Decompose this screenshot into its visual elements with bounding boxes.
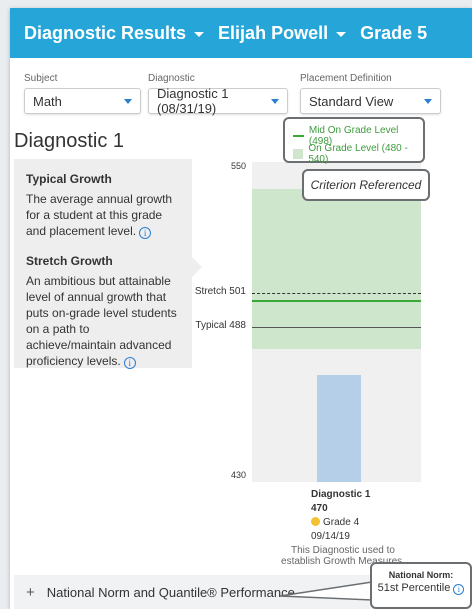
national-norm-label: National Norm and Quantile® Performance: [46, 584, 295, 600]
subject-select-group: Subject Math: [24, 73, 141, 114]
diagnostic-score-bar[interactable]: [316, 375, 361, 482]
diagnostic-score: 470: [311, 503, 328, 514]
student-name: Elijah Powell: [218, 22, 329, 43]
dropdown-arrow-icon: [424, 98, 432, 104]
stretch-growth-description: An ambitious but attainable level of ann…: [26, 274, 177, 368]
callout-pointer: [280, 581, 373, 601]
placement-row: Grade 4: [311, 516, 370, 530]
diagnostic-name: Diagnostic 1: [311, 489, 371, 500]
diagnostic-results-dropdown[interactable]: Diagnostic Results: [24, 23, 218, 44]
page-title: Diagnostic 1: [14, 130, 125, 152]
diagnostic-select[interactable]: Diagnostic 1 (08/31/19): [148, 86, 288, 116]
diagnostic-details: Diagnostic 1 470 Grade 4 09/14/19: [311, 488, 370, 544]
placement-select-group: Placement Definition Standard View: [300, 73, 441, 114]
placement-level: Grade 4: [323, 517, 360, 528]
chevron-down-icon: [194, 32, 205, 37]
info-icon[interactable]: i: [453, 584, 465, 595]
legend-band-swatch: [293, 149, 304, 159]
diagnostic-value: Diagnostic 1 (08/31/19): [157, 86, 229, 116]
scale-score-chart: [252, 162, 421, 482]
typical-label: Typical 488: [195, 320, 246, 332]
national-norm-callout-label: National Norm:: [388, 570, 454, 580]
y-tick-label: 550: [230, 161, 246, 171]
stretch-growth-heading: Stretch Growth: [26, 254, 113, 268]
on-grade-level-band: [252, 188, 421, 349]
placement-value: Standard View: [309, 93, 394, 109]
typical-growth-line: [252, 327, 421, 329]
percentile-row: 51st Percentile i: [372, 582, 470, 595]
diagnostic-select-group: Diagnostic Diagnostic 1 (08/31/19): [148, 73, 288, 116]
student-dropdown[interactable]: Elijah Powell: [218, 23, 360, 44]
grade-text: Grade 5: [360, 22, 428, 43]
info-icon[interactable]: i: [123, 357, 136, 369]
header-bar: Diagnostic Results Elijah Powell Grade 5: [10, 8, 472, 58]
placement-dot-icon: [311, 517, 320, 526]
placement-label: Placement Definition: [300, 73, 392, 84]
diagnostic-label: Diagnostic: [148, 73, 195, 84]
subject-value: Math: [33, 93, 62, 109]
placement-select[interactable]: Standard View: [300, 88, 441, 114]
subject-select[interactable]: Math: [24, 88, 141, 114]
typical-growth-heading: Typical Growth: [26, 172, 112, 186]
legend-range-label: On Grade Level (480 - 540): [308, 143, 408, 165]
chart-legend: Mid On Grade Level (498) On Grade Level …: [283, 117, 425, 165]
diagnostic-results-label: Diagnostic Results: [24, 22, 187, 43]
dropdown-arrow-icon: [271, 98, 279, 104]
growth-info-panel: Typical Growth The average annual growth…: [14, 159, 202, 369]
y-tick-label: 430: [230, 470, 246, 480]
stretch-growth-text: An ambitious but attainable level of ann…: [26, 273, 180, 369]
dropdown-arrow-icon: [124, 98, 132, 104]
diagnostic-date: 09/14/19: [311, 531, 350, 542]
info-icon[interactable]: i: [139, 227, 152, 239]
percentile-value: 51st Percentile: [377, 582, 451, 594]
criterion-referenced-callout: Criterion Referenced: [302, 169, 430, 201]
legend-line-swatch: [293, 135, 304, 137]
stretch-label: Stretch 501: [194, 285, 246, 297]
chevron-down-icon: [336, 32, 347, 37]
selector-row: Subject Math Diagnostic Diagnostic 1 (08…: [0, 65, 472, 116]
national-norm-callout: National Norm: 51st Percentile i: [370, 562, 472, 609]
grade-label: Grade 5: [360, 23, 427, 44]
stretch-growth-line: [252, 292, 421, 294]
legend-item-range: On Grade Level (480 - 540): [293, 143, 423, 165]
expand-plus-icon[interactable]: +: [26, 584, 35, 601]
typical-growth-text: The average annual growth for a student …: [26, 191, 180, 239]
subject-label: Subject: [24, 73, 58, 84]
mid-on-grade-line: [252, 299, 421, 302]
